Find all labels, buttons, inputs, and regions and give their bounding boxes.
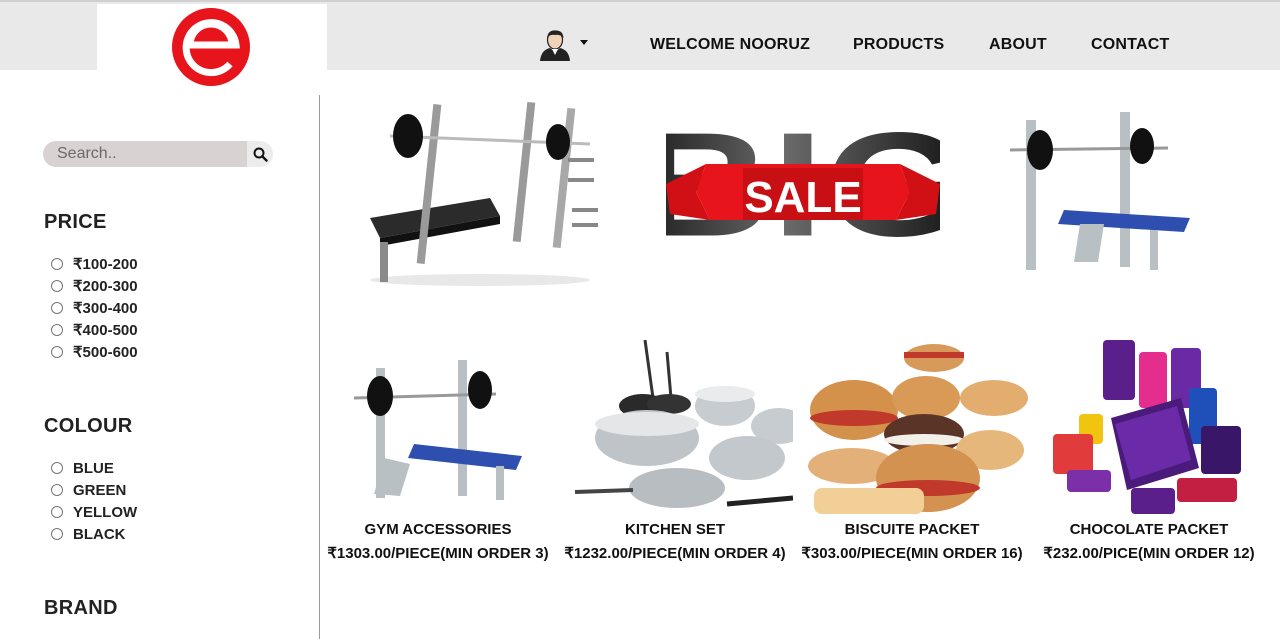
search-button[interactable] xyxy=(247,141,273,167)
radio-button[interactable] xyxy=(51,302,63,314)
radio-button[interactable] xyxy=(51,346,63,358)
flat-bench-banner-image[interactable] xyxy=(1000,112,1200,274)
price-option[interactable]: ₹500-600 xyxy=(51,343,138,361)
brand-filter-title: BRAND xyxy=(44,597,118,619)
product-name[interactable]: KITCHEN SET xyxy=(557,521,793,538)
chocolate-packet-image[interactable] xyxy=(1031,338,1267,520)
product-price: ₹1232.00/PIECE(MIN ORDER 4) xyxy=(564,545,786,562)
product-price: ₹303.00/PIECE(MIN ORDER 16) xyxy=(801,545,1023,562)
site-header: WELCOME NOORUZ PRODUCTS ABOUT CONTACT xyxy=(0,0,1280,86)
price-option-label: ₹300-400 xyxy=(73,300,138,317)
banner-sale-text: SALE xyxy=(744,173,861,222)
logo-container[interactable] xyxy=(97,4,327,86)
user-menu-toggle[interactable] xyxy=(538,29,590,63)
nav-about[interactable]: ABOUT xyxy=(989,36,1047,54)
radio-button[interactable] xyxy=(51,506,63,518)
nav-contact[interactable]: CONTACT xyxy=(1091,36,1169,54)
product-price: ₹232.00/PICE(MIN ORDER 12) xyxy=(1043,545,1255,562)
price-filter-title: PRICE xyxy=(44,211,107,233)
colour-option-label: YELLOW xyxy=(73,503,138,521)
price-option[interactable]: ₹300-400 xyxy=(51,299,138,317)
user-avatar-icon xyxy=(540,30,570,61)
gym-accessories-image[interactable] xyxy=(320,338,556,520)
colour-option-label: BLUE xyxy=(73,459,114,477)
bench-press-banner-image[interactable] xyxy=(350,98,610,288)
colour-option[interactable]: GREEN xyxy=(51,481,126,499)
radio-button[interactable] xyxy=(51,462,63,474)
big-sale-banner-image[interactable]: BIG SALE xyxy=(666,92,940,242)
price-option[interactable]: ₹200-300 xyxy=(51,277,138,295)
radio-button[interactable] xyxy=(51,280,63,292)
nav-products[interactable]: PRODUCTS xyxy=(853,36,944,54)
product-name[interactable]: CHOCOLATE PACKET xyxy=(1031,521,1267,538)
search-icon xyxy=(253,147,268,162)
search-input[interactable] xyxy=(43,141,247,167)
colour-option-label: BLACK xyxy=(73,525,126,543)
kitchen-set-image[interactable] xyxy=(557,338,793,520)
price-option-label: ₹200-300 xyxy=(73,278,138,295)
price-option-label: ₹400-500 xyxy=(73,322,138,339)
radio-button[interactable] xyxy=(51,324,63,336)
radio-button[interactable] xyxy=(51,528,63,540)
colour-option[interactable]: BLUE xyxy=(51,459,114,477)
price-option[interactable]: ₹100-200 xyxy=(51,255,138,273)
colour-option[interactable]: YELLOW xyxy=(51,503,137,521)
product-name[interactable]: BISCUITE PACKET xyxy=(794,521,1030,538)
price-option-label: ₹500-600 xyxy=(73,344,138,361)
colour-filter-title: COLOUR xyxy=(44,415,133,437)
welcome-user-link[interactable]: WELCOME NOORUZ xyxy=(650,36,810,54)
colour-option-label: GREEN xyxy=(73,481,127,499)
colour-option[interactable]: BLACK xyxy=(51,525,126,543)
chevron-down-icon xyxy=(580,40,588,45)
price-option-label: ₹100-200 xyxy=(73,256,138,273)
radio-button[interactable] xyxy=(51,484,63,496)
product-name[interactable]: GYM ACCESSORIES xyxy=(320,521,556,538)
radio-button[interactable] xyxy=(51,258,63,270)
biscuite-packet-image[interactable] xyxy=(794,338,1030,520)
price-option[interactable]: ₹400-500 xyxy=(51,321,138,339)
search-bar xyxy=(43,141,273,167)
product-price: ₹1303.00/PIECE(MIN ORDER 3) xyxy=(327,545,549,562)
